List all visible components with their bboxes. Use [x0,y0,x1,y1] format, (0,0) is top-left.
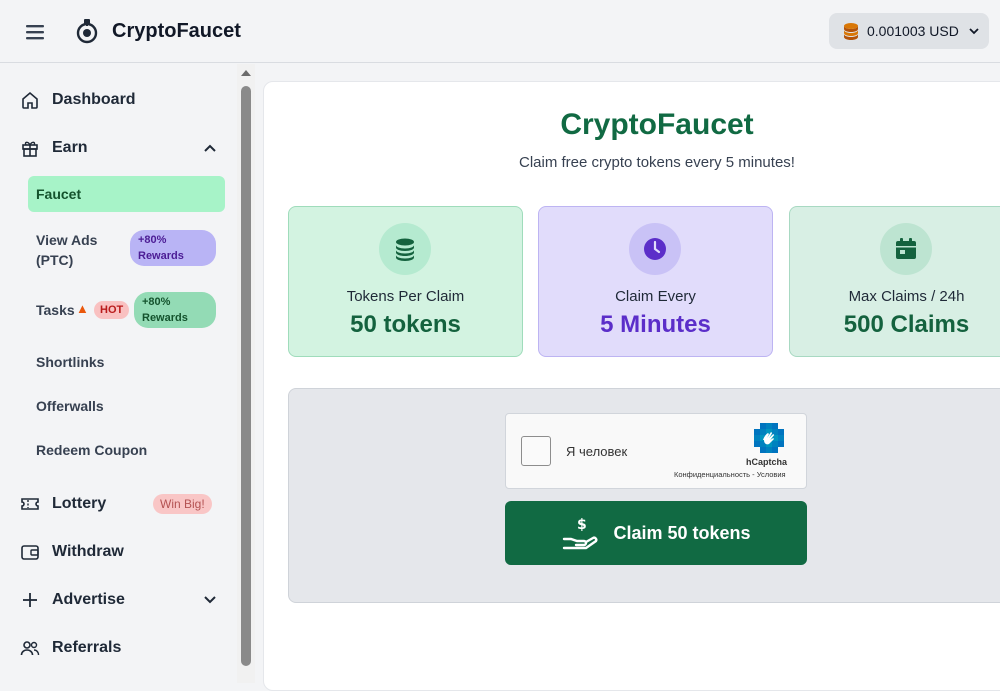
sidebar: Dashboard Earn Faucet View Ads (PTC) +80… [0,64,237,683]
scroll-thumb[interactable] [241,86,251,666]
hamburger-menu-icon[interactable] [22,20,50,44]
wallet-icon [21,545,39,560]
sidebar-item-label: Withdraw [52,543,124,560]
ticket-icon [21,498,39,510]
page-title: CryptoFaucet [560,108,754,141]
sidebar-item-lottery[interactable]: Lottery Win Big! [0,484,237,524]
hcaptcha-brand: hCaptcha [746,457,788,467]
stat-caption: Max Claims / 24h [848,288,965,305]
sidebar-item-dashboard[interactable]: Dashboard [0,80,237,120]
chevron-up-icon [204,144,216,152]
stat-card-claim-every: Claim Every 5 Minutes [538,206,773,357]
sidebar-subitem-shortlinks[interactable]: Shortlinks [28,344,225,380]
hcaptcha-logo-icon [754,423,784,453]
scroll-up-arrow-icon[interactable] [241,70,251,76]
sidebar-item-label: Lottery [52,495,107,512]
balance-dropdown[interactable]: 0.001003 USD [829,13,989,49]
sidebar-item-label: Earn [52,139,88,156]
clock-icon [629,223,681,275]
svg-text:$: $ [577,517,587,533]
plus-icon [23,593,37,607]
sidebar-subitem-label: Tasks [36,302,75,318]
balance-amount: 0.001003 USD [867,23,959,39]
stat-card-max-claims: Max Claims / 24h 500 Claims [789,206,1000,357]
sidebar-subitem-faucet[interactable]: Faucet [28,176,225,212]
page-subtitle: Claim free crypto tokens every 5 minutes… [519,154,795,171]
coins-icon [379,223,431,275]
hcaptcha-widget[interactable]: Я человек hCaptcha Конфиденциальность - … [505,413,807,489]
sidebar-item-label: Advertise [52,591,125,608]
sidebar-item-withdraw[interactable]: Withdraw [0,532,237,572]
captcha-label: Я человек [566,444,628,459]
sidebar-subitem-label: Redeem Coupon [36,442,148,458]
home-icon [22,91,38,109]
stat-value: 500 Claims [843,311,970,338]
sidebar-subitem-view-ads[interactable]: View Ads (PTC) +80% Rewards [28,228,225,272]
chevron-down-icon [969,28,979,35]
sidebar-item-label: Referrals [52,639,122,656]
claim-button-label: Claim 50 tokens [613,522,751,543]
sidebar-subitem-label: Offerwalls [36,398,104,414]
hot-badge: HOT [94,301,130,319]
calendar-icon [880,223,932,275]
claim-button[interactable]: $ Claim 50 tokens [505,501,807,565]
brand-name[interactable]: CryptoFaucet [112,20,241,43]
sidebar-scrollbar[interactable] [237,64,255,683]
sidebar-subitem-label: Faucet [36,186,82,202]
hand-dollar-icon: $ [563,517,598,550]
sidebar-item-referrals[interactable]: Referrals [0,628,237,668]
sidebar-subitem-redeem-coupon[interactable]: Redeem Coupon [28,432,225,468]
sidebar-item-advertise[interactable]: Advertise [0,580,237,620]
sidebar-item-label: Dashboard [52,91,136,108]
rewards-badge: +80% Rewards [130,230,216,266]
sidebar-subitem-offerwalls[interactable]: Offerwalls [28,388,225,424]
sidebar-subitem-label: Shortlinks [36,354,105,370]
captcha-checkbox[interactable] [521,436,551,466]
hcaptcha-links[interactable]: Конфиденциальность - Условия [674,470,786,479]
top-bar: CryptoFaucet 0.001003 USD [0,0,1000,63]
rewards-badge: +80% Rewards [134,292,216,328]
win-big-badge: Win Big! [153,494,212,514]
users-icon [20,641,40,656]
claim-section: Я человек hCaptcha Конфиденциальность - … [288,388,1000,603]
faucet-panel: CryptoFaucet Claim free crypto tokens ev… [263,81,1000,691]
sidebar-subitem-label: View Ads (PTC) [36,232,98,268]
faucet-logo-icon [76,19,98,44]
sidebar-subitem-tasks[interactable]: Tasks ▲ HOT +80% Rewards [28,290,225,330]
stat-value: 50 tokens [350,311,461,338]
sidebar-item-earn[interactable]: Earn [0,128,237,168]
gift-icon [22,141,38,157]
stat-card-tokens-per-claim: Tokens Per Claim 50 tokens [288,206,523,357]
stat-caption: Claim Every [615,288,696,305]
coin-stack-icon [844,23,858,40]
stat-caption: Tokens Per Claim [346,288,465,305]
chevron-down-icon [204,596,216,604]
fire-icon: ▲ [76,301,89,316]
stat-value: 5 Minutes [600,311,711,338]
